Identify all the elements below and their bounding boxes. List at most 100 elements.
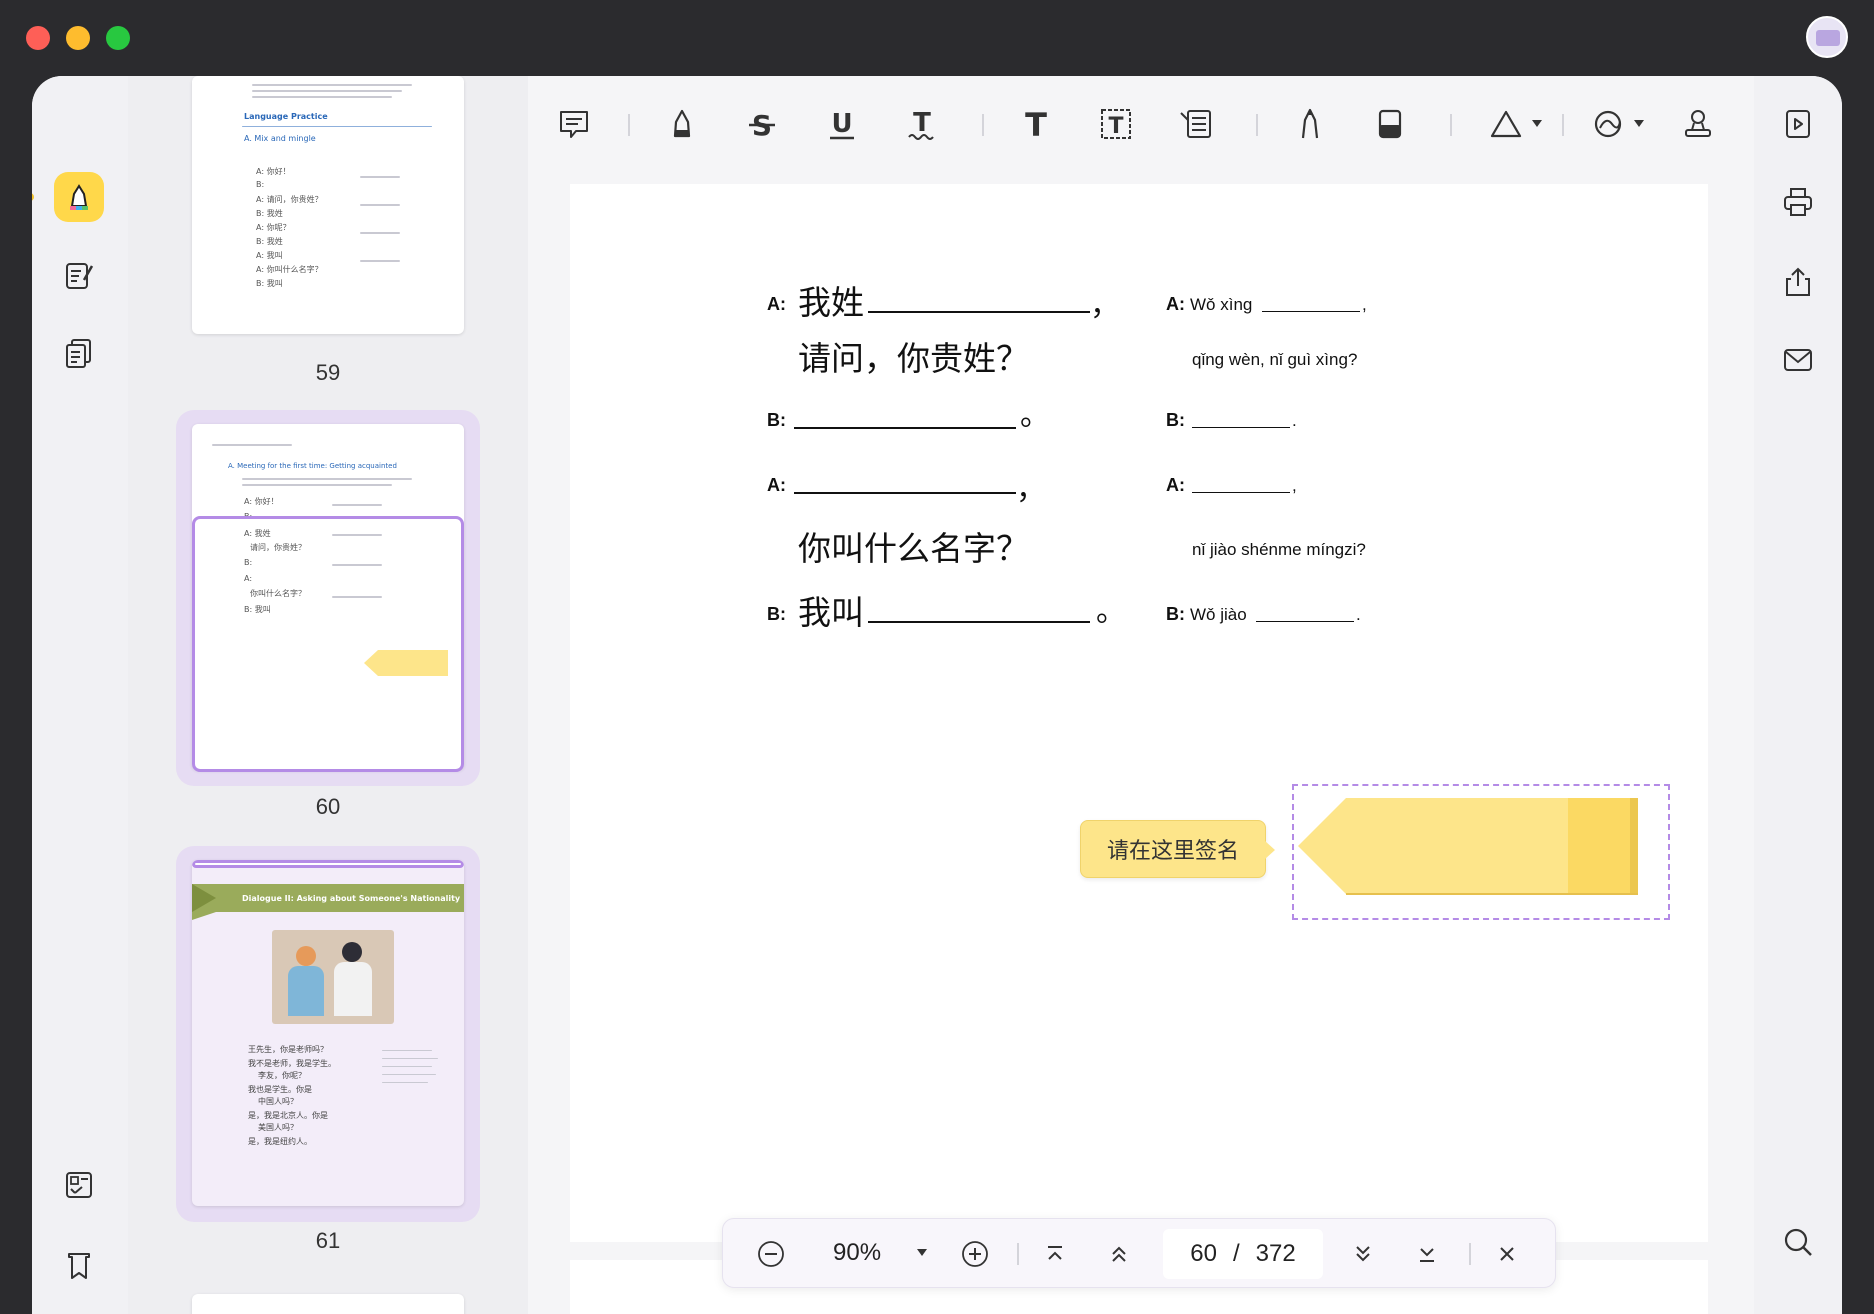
comment-mode-button[interactable] xyxy=(54,172,104,222)
thumbnail-line: 我也是学生。你是 xyxy=(248,1085,312,1094)
sign-here-label: 请在这里签名 xyxy=(1106,839,1239,864)
text-icon: T xyxy=(1025,106,1047,142)
speaker-label: A: xyxy=(767,294,786,314)
bookmark-button[interactable] xyxy=(54,1240,104,1290)
page-number-box[interactable]: 60 / 372 xyxy=(1163,1229,1323,1279)
answer-blank[interactable] xyxy=(1192,427,1290,428)
thumbnail-heading: Language Practice xyxy=(244,112,328,121)
zoom-in-button[interactable] xyxy=(957,1236,993,1272)
pinyin-text: Wǒ jiào xyxy=(1190,605,1247,624)
shape-dropdown-icon[interactable] xyxy=(1532,120,1542,127)
zoom-dropdown-icon[interactable] xyxy=(917,1249,927,1256)
thumbnail-line: B: 我叫 xyxy=(256,279,283,288)
zoom-in-icon xyxy=(962,1241,988,1267)
page-thumbnail-next[interactable] xyxy=(192,1294,464,1314)
last-page-button[interactable] xyxy=(1409,1236,1445,1272)
highlight-tool-button[interactable] xyxy=(662,104,702,144)
dialogue-text: 你叫什么名字？ xyxy=(798,529,1029,568)
strikethrough-tool-button[interactable]: S xyxy=(742,104,782,144)
email-button[interactable] xyxy=(1776,338,1820,382)
double-chevron-up-icon xyxy=(1112,1246,1126,1262)
visible-area-frame[interactable] xyxy=(192,516,464,772)
squiggly-icon: T xyxy=(908,108,934,140)
text-callout-tool-button[interactable] xyxy=(1176,104,1216,144)
thumbnail-page-number: 59 xyxy=(315,360,341,385)
text-tool-button[interactable]: T xyxy=(1016,104,1056,144)
textbox-icon: T xyxy=(1101,109,1131,139)
punctuation: 。 xyxy=(1096,594,1126,629)
speaker-label: A: xyxy=(767,475,786,495)
signature-dropdown-icon[interactable] xyxy=(1634,120,1644,127)
page-navigation-bar: 90% 60 / 372 xyxy=(722,1218,1556,1288)
thumbnail-line: 中国人吗？ xyxy=(258,1097,298,1106)
edit-pdf-icon xyxy=(66,263,94,289)
signature-tool-button[interactable] xyxy=(1588,104,1628,144)
user-avatar-icon[interactable] xyxy=(1806,16,1848,58)
share-button[interactable] xyxy=(1776,260,1820,304)
comment-tool-button[interactable] xyxy=(554,104,594,144)
highlight-icon xyxy=(673,109,691,138)
close-icon xyxy=(1500,1247,1514,1261)
thumbnail-section: A. Meeting for the first time: Getting a… xyxy=(228,462,397,470)
thumbnail-illustration xyxy=(272,930,394,1024)
current-page-input[interactable]: 60 xyxy=(1190,1240,1217,1268)
zoom-level-value[interactable]: 90% xyxy=(833,1239,881,1267)
speaker-label: B: xyxy=(767,410,786,430)
first-page-button[interactable] xyxy=(1037,1236,1073,1272)
punctuation: ， xyxy=(1016,472,1046,507)
close-window-button[interactable] xyxy=(26,26,50,50)
thumbnail-line: B: xyxy=(256,180,265,189)
pdf-page-60[interactable]: A: 我姓 ， 请问，你贵姓？ B: 。 A: ， 你叫什么名字？ B: 我叫 … xyxy=(570,184,1708,1242)
thumbnail-line: A: 我叫 xyxy=(256,251,283,260)
sign-here-tooltip: 请在这里签名 xyxy=(1080,820,1275,878)
zoom-out-icon xyxy=(758,1241,784,1267)
underline-tool-button[interactable]: U xyxy=(822,104,862,144)
right-tool-rail xyxy=(1754,76,1842,1314)
pencil-icon xyxy=(1301,108,1319,139)
answer-blank[interactable] xyxy=(1192,492,1290,493)
answer-blank[interactable] xyxy=(794,427,1016,429)
answer-blank[interactable] xyxy=(868,621,1090,623)
thumbnail-line: 我不是老师，我是学生。 xyxy=(248,1059,336,1068)
page-thumbnail-59[interactable]: Language Practice A. Mix and mingle A: 你… xyxy=(192,76,464,334)
underline-icon: U xyxy=(830,109,854,140)
minimize-window-button[interactable] xyxy=(66,26,90,50)
speaker-label: A: xyxy=(1166,294,1185,314)
zoom-out-button[interactable] xyxy=(753,1236,789,1272)
shape-tool-button[interactable] xyxy=(1486,104,1526,144)
slideshow-icon xyxy=(1786,110,1810,138)
organize-pages-button[interactable] xyxy=(54,328,104,378)
answer-blank[interactable] xyxy=(1262,311,1360,312)
edit-pdf-button[interactable] xyxy=(54,250,104,300)
bookmark-icon xyxy=(68,1253,90,1279)
stamp-tool-button[interactable] xyxy=(1678,104,1718,144)
page-thumbnail-61[interactable]: Dialogue II: Asking about Someone's Nati… xyxy=(192,860,464,1206)
previous-page-button[interactable] xyxy=(1101,1236,1137,1272)
thumbnail-banner-text: Dialogue II: Asking about Someone's Nati… xyxy=(242,894,461,903)
eraser-tool-button[interactable] xyxy=(1370,104,1410,144)
signature-field[interactable] xyxy=(1298,796,1638,896)
total-pages: 372 xyxy=(1255,1240,1296,1267)
active-indicator-dot xyxy=(32,193,34,201)
title-bar xyxy=(0,0,1874,76)
thumbnails-button[interactable] xyxy=(54,1160,104,1210)
textbox-tool-button[interactable]: T xyxy=(1096,104,1136,144)
squiggly-tool-button[interactable]: T xyxy=(902,104,942,144)
pencil-tool-button[interactable] xyxy=(1290,104,1330,144)
thumbnail-line: 王先生，你是老师吗？ xyxy=(248,1045,328,1054)
svg-text:T: T xyxy=(913,108,931,138)
answer-blank[interactable] xyxy=(1256,621,1354,622)
answer-blank[interactable] xyxy=(868,311,1090,313)
thumbnail-line: B: 我姓 xyxy=(256,237,283,246)
close-navigation-button[interactable] xyxy=(1489,1236,1525,1272)
slideshow-button[interactable] xyxy=(1776,102,1820,146)
signature-icon xyxy=(1594,110,1622,138)
print-button[interactable] xyxy=(1776,180,1820,224)
thumbnail-panel[interactable]: Language Practice A. Mix and mingle A: 你… xyxy=(128,76,528,1314)
zoom-window-button[interactable] xyxy=(106,26,130,50)
answer-blank[interactable] xyxy=(794,492,1016,494)
next-page-button[interactable] xyxy=(1345,1236,1381,1272)
document-area: S U T T T A: 我姓 ， 请问，你贵姓？ B: 。 A: ， 你叫什么… xyxy=(528,76,1754,1314)
search-button[interactable] xyxy=(1776,1220,1820,1264)
svg-text:U: U xyxy=(831,109,852,139)
